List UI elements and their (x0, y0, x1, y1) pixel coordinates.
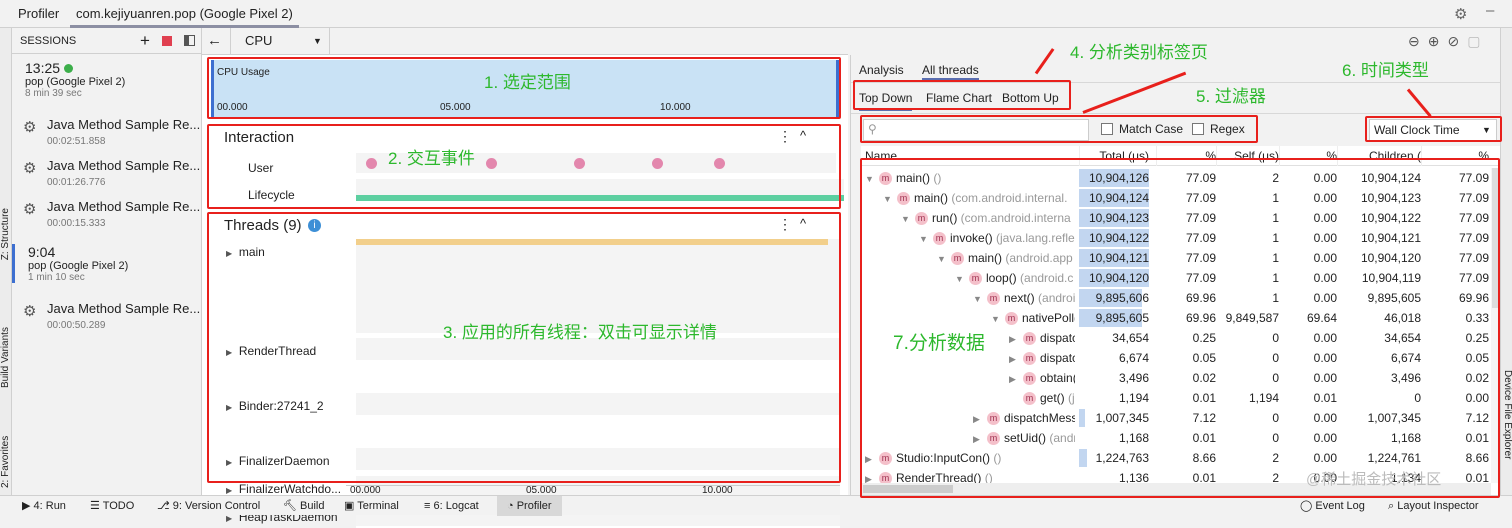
event-log-tab[interactable]: ◯ Event Log (1300, 496, 1365, 516)
right-tool-strip: Device File Explorer (1500, 28, 1512, 495)
vc-label: 9: Version Control (172, 500, 261, 512)
chevron-down-icon: ▼ (313, 36, 322, 46)
recording-name: Java Method Sample Re... (47, 301, 201, 316)
session-time: 13:25 (25, 60, 61, 76)
minimize-icon[interactable]: – (1486, 2, 1494, 19)
recording-time: 00:00:50.289 (47, 320, 106, 331)
run-tab[interactable]: ▶ 4: Run (22, 496, 66, 516)
recording-item[interactable]: ⚙ Java Method Sample Re... 00:02:51.858 (12, 115, 201, 155)
session-item[interactable]: 13:25 pop (Google Pixel 2) 8 min 39 sec (12, 60, 201, 99)
recording-name: Java Method Sample Re... (47, 158, 201, 173)
bottom-tool-bar: ▶ 4: Run ☰ TODO ⎇ 9: Version Control 🔨︎ … (0, 495, 1512, 516)
session-duration: 1 min 10 sec (28, 272, 85, 283)
collapse-panel-icon[interactable] (184, 35, 195, 46)
recording-item[interactable]: ⚙ Java Method Sample Re... 00:01:26.776 (12, 156, 201, 196)
favorites-tab[interactable]: 2: Favorites (0, 408, 12, 488)
recording-time: 00:00:15.333 (47, 218, 106, 229)
tab-profiler[interactable]: Profiler (12, 0, 65, 28)
title-bar: Profiler com.kejiyuanren.pop (Google Pix… (0, 0, 1512, 28)
session-duration: 8 min 39 sec (25, 88, 82, 99)
gear-icon: ⚙ (23, 303, 37, 320)
tab-all-threads[interactable]: All threads (922, 63, 979, 80)
session-item[interactable]: 9:04 pop (Google Pixel 2) 1 min 10 sec (12, 244, 201, 283)
sessions-panel: SESSIONS + 13:25 pop (Google Pixel 2) 8 … (12, 28, 202, 495)
gear-icon[interactable]: ⚙ (1454, 5, 1467, 23)
zoom-out-icon[interactable]: ⊖ (1408, 33, 1428, 49)
tab-analysis[interactable]: Analysis (859, 63, 904, 77)
left-tool-strip: Z: Structure Build Variants 2: Favorites (0, 28, 12, 495)
build-label: Build (300, 500, 325, 512)
recording-name: Java Method Sample Re... (47, 199, 201, 214)
annotation-box-3 (207, 212, 841, 483)
sessions-header: SESSIONS + (12, 28, 201, 54)
profiler-select-value: CPU (245, 33, 273, 48)
annotation-label-3: 3. 应用的所有线程：双击可显示详情 (443, 323, 717, 342)
attach-live-icon[interactable]: ▢ (1467, 33, 1488, 49)
structure-tab[interactable]: Z: Structure (0, 208, 12, 260)
event-log-label: Event Log (1315, 500, 1365, 512)
zoom-in-icon[interactable]: ⊕ (1428, 33, 1448, 49)
build-tab[interactable]: 🔨︎ Build (283, 496, 325, 516)
annotation-box-4 (853, 80, 1071, 110)
annotation-label-5: 5. 过滤器 (1196, 87, 1266, 106)
logcat-tab[interactable]: ≡ 6: Logcat (424, 496, 479, 516)
session-device: pop (Google Pixel 2) (28, 260, 129, 272)
live-indicator (63, 64, 73, 73)
recording-time: 00:02:51.858 (47, 136, 106, 147)
profiler-toolbar: ← CPU ▼ (202, 28, 848, 55)
annotation-label-4: 4. 分析类别标签页 (1070, 43, 1208, 62)
time-axis: 00.000 05.000 10.000 (346, 485, 840, 496)
run-label: 4: Run (33, 500, 66, 512)
add-session-icon[interactable]: + (140, 28, 150, 54)
expand-icon: ▶ (226, 486, 233, 495)
annotation-box-5 (860, 115, 1258, 143)
annotation-label-7: 7.分析数据 (893, 333, 985, 354)
layout-inspector-tab[interactable]: ⌕ Layout Inspector (1388, 496, 1479, 516)
annotation-label-2: 2. 交互事件 (388, 149, 475, 168)
tab-session[interactable]: com.kejiyuanren.pop (Google Pixel 2) (70, 0, 299, 28)
todo-label: TODO (102, 500, 135, 512)
annotation-box-6 (1365, 116, 1502, 142)
version-control-tab[interactable]: ⎇ 9: Version Control (157, 496, 260, 516)
reset-zoom-icon[interactable]: ⊘ (1447, 33, 1467, 49)
recording-item[interactable]: ⚙ Java Method Sample Re... 00:00:15.333 (12, 197, 201, 237)
session-device: pop (Google Pixel 2) (25, 76, 126, 88)
recording-item[interactable]: ⚙ Java Method Sample Re... 00:00:50.289 (12, 299, 201, 339)
thread-name: FinalizerWatchdo... (238, 482, 342, 496)
thread-row[interactable]: ▶ FinalizerWatchdo... (226, 482, 341, 496)
zoom-controls: ⊖⊕⊘▢ (1408, 33, 1488, 50)
sessions-title: SESSIONS (20, 35, 77, 47)
annotation-box-2 (207, 124, 841, 209)
gear-icon: ⚙ (23, 160, 37, 177)
gear-icon: ⚙ (23, 119, 37, 136)
annotation-label-1: 1. 选定范围 (484, 73, 571, 92)
todo-tab[interactable]: ☰ TODO (90, 496, 134, 516)
device-file-explorer-tab[interactable]: Device File Explorer (1502, 370, 1512, 459)
terminal-label: Terminal (357, 500, 399, 512)
recording-time: 00:01:26.776 (47, 177, 106, 188)
profiler-label: Profiler (516, 500, 552, 512)
recording-name: Java Method Sample Re... (47, 117, 201, 132)
profiler-select[interactable]: CPU ▼ (230, 28, 330, 54)
annotation-label-6: 6. 时间类型 (1342, 61, 1429, 80)
layout-inspector-label: Layout Inspector (1397, 500, 1479, 512)
logcat-label: 6: Logcat (433, 500, 479, 512)
session-time: 9:04 (28, 244, 56, 260)
gear-icon: ⚙ (23, 201, 37, 218)
build-variants-tab[interactable]: Build Variants (0, 298, 12, 388)
back-icon[interactable]: ← (207, 32, 222, 49)
profiler-tab[interactable]: ◔ Profiler (497, 496, 562, 516)
stop-icon[interactable] (162, 36, 172, 46)
terminal-tab[interactable]: ▣ Terminal (344, 496, 399, 516)
